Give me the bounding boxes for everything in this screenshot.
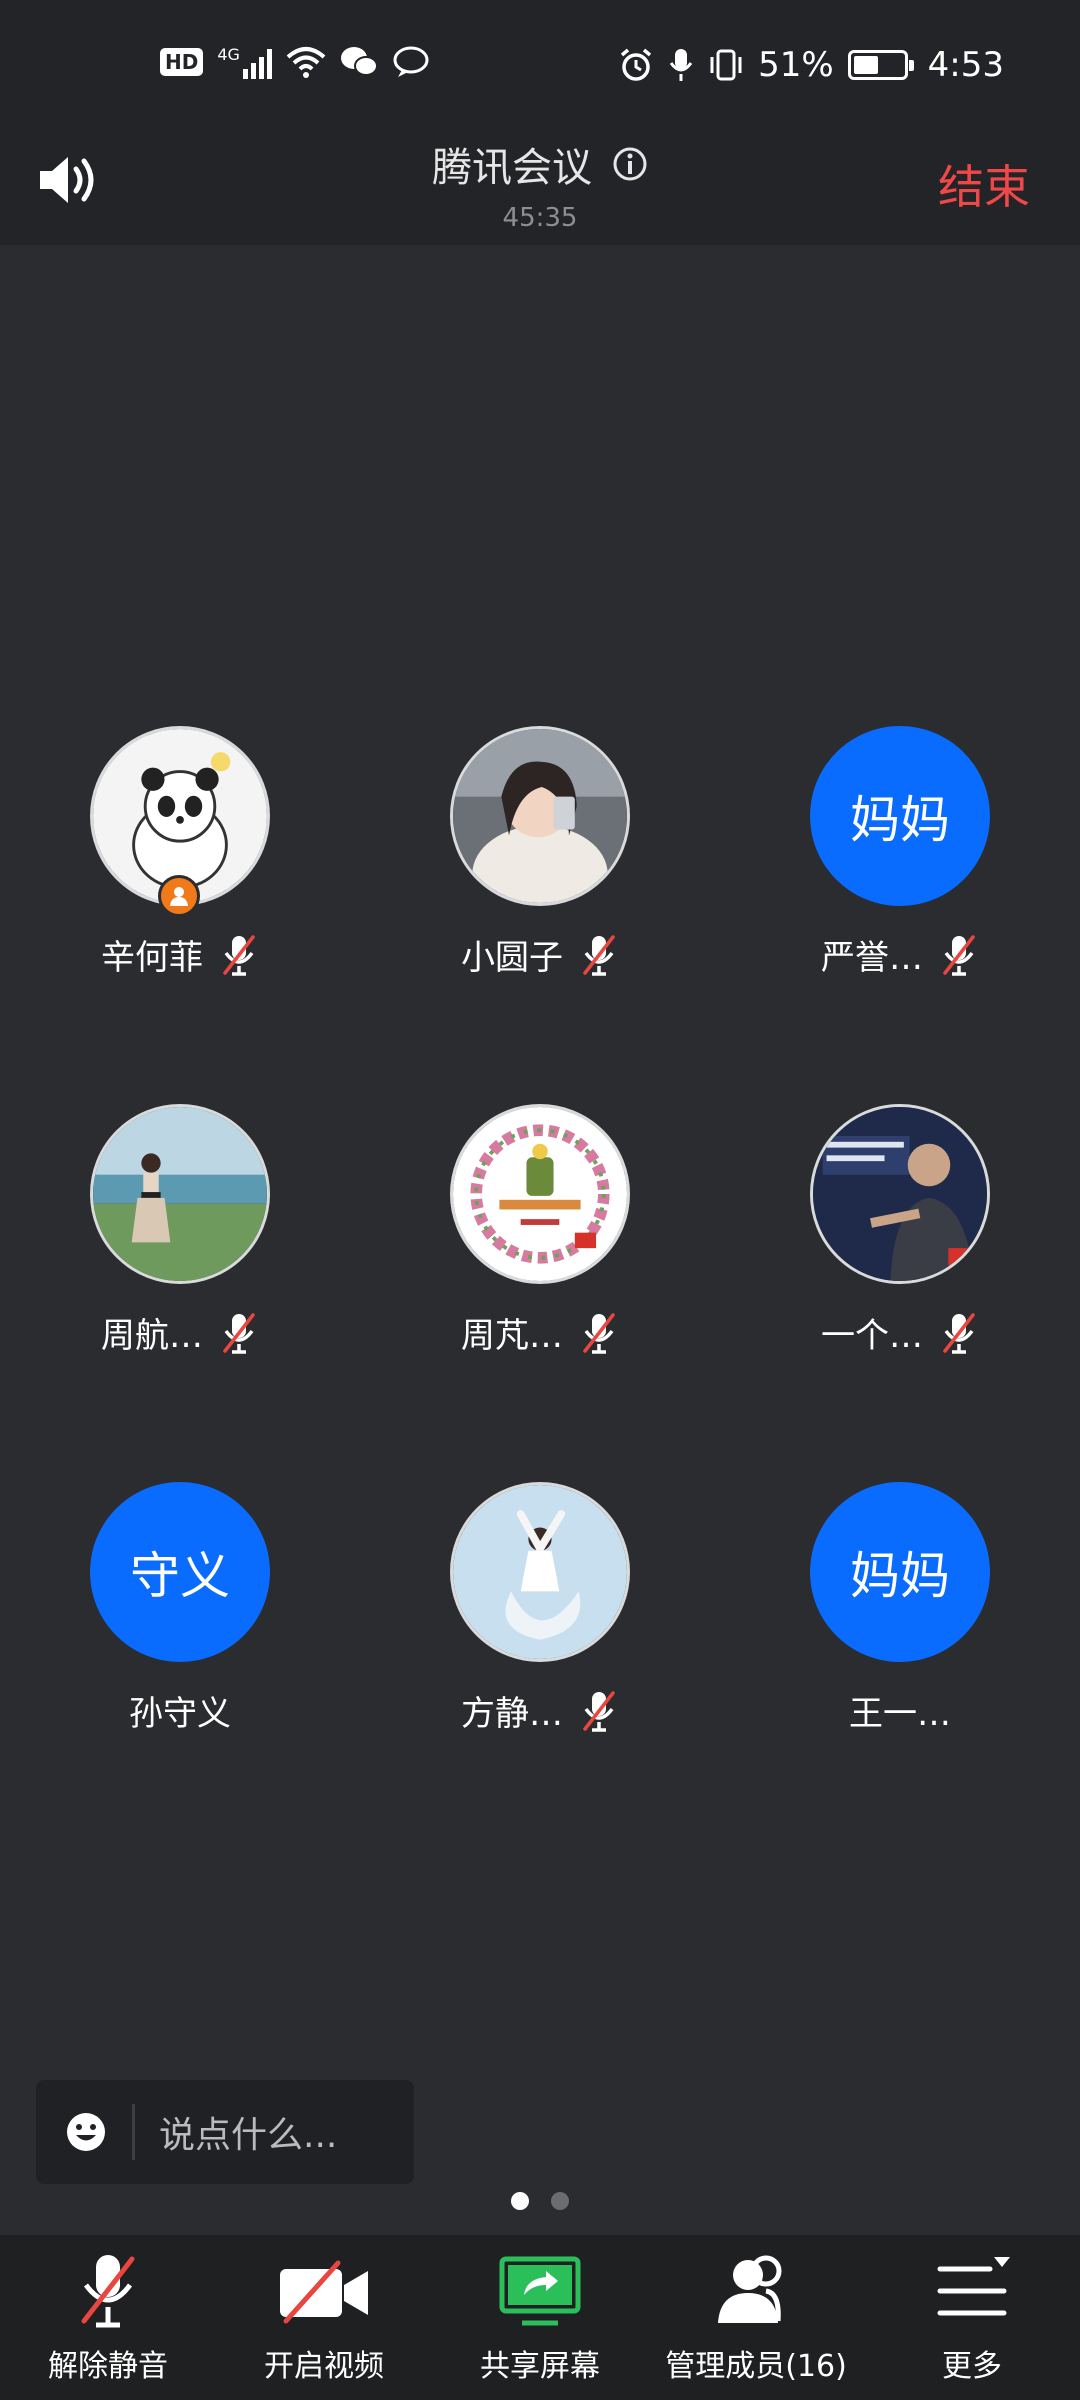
clock: 4:53 [927, 45, 1004, 85]
share-screen-icon [499, 2256, 581, 2326]
participant-name-row: 周航… [0, 1308, 360, 1357]
chat-divider [132, 2104, 135, 2160]
more-button[interactable]: 更多 [864, 2249, 1080, 2385]
share-screen-button[interactable]: 共享屏幕 [432, 2249, 648, 2385]
more-menu-icon [937, 2257, 1010, 2316]
meeting-header: 腾讯会议 45:35 结束 [0, 135, 1080, 245]
participant-name: 小圆子 [461, 938, 563, 978]
avatar-text: 妈妈 [850, 1547, 950, 1605]
avatar-text: 妈妈 [850, 791, 950, 849]
participant-tile[interactable]: 妈妈王一… [720, 1476, 1080, 1776]
participant-tile[interactable]: 守义 孙守义 [0, 1476, 360, 1776]
participant-name-row: 辛何菲 [0, 930, 360, 979]
participant-name-row: 孙守义 [0, 1686, 360, 1735]
meeting-title: 腾讯会议 [432, 145, 592, 191]
wechat-icon [340, 47, 378, 76]
battery-percent: 51% [758, 45, 834, 85]
participant-name: 王一… [849, 1694, 951, 1734]
mic-muted-icon [219, 1311, 259, 1355]
alarm-icon [620, 48, 652, 81]
manage-members-button[interactable]: 管理成员(16) [648, 2249, 864, 2385]
emoji-icon[interactable] [64, 2110, 108, 2154]
network-type-label: 4G [217, 45, 240, 64]
participant-name-row: 一个… [720, 1308, 1080, 1357]
hd-icon: HD [160, 48, 204, 76]
battery-icon [847, 50, 914, 80]
avatar-photo[interactable] [450, 726, 630, 906]
mic-off-icon [81, 2255, 135, 2328]
mic-icon [669, 49, 693, 81]
avatar-photo[interactable] [450, 1482, 630, 1662]
4g-signal-icon: 4G [217, 45, 272, 79]
members-icon [718, 2255, 782, 2323]
chat-placeholder[interactable]: 说点什么... [159, 2106, 337, 2158]
more-label: 更多 [942, 2349, 1002, 2384]
chat-bubble-icon [393, 46, 429, 77]
page-dot-1[interactable] [511, 2192, 529, 2210]
battery-level [853, 56, 878, 74]
vibrate-icon [710, 49, 742, 81]
participant-name: 周航… [101, 1316, 203, 1356]
info-icon[interactable] [612, 146, 648, 182]
avatar-initials[interactable]: 妈妈 [810, 726, 990, 906]
mic-muted-icon [219, 933, 259, 977]
meeting-timer: 45:35 [502, 203, 578, 233]
participant-name: 一个… [821, 1316, 923, 1356]
participant-tile[interactable]: 妈妈严誉… [720, 720, 1080, 1020]
meeting-title-row[interactable]: 腾讯会议 [432, 135, 648, 193]
participant-name: 孙守义 [129, 1694, 231, 1734]
end-meeting-button[interactable]: 结束 [938, 151, 1030, 217]
host-badge-icon [158, 875, 200, 917]
mic-muted-icon [939, 933, 979, 977]
title-block: 腾讯会议 45:35 [0, 135, 1080, 233]
mic-muted-icon [939, 1311, 979, 1355]
participant-name-row: 方静… [360, 1686, 720, 1735]
status-right: 51% 4:53 [618, 45, 1004, 85]
participant-tile[interactable]: 辛何菲 [0, 720, 360, 1020]
mic-muted-icon [579, 1689, 619, 1733]
participant-tile[interactable]: 小圆子 [360, 720, 720, 1020]
avatar-photo[interactable] [90, 1104, 270, 1284]
participant-name-row: 周芃… [360, 1308, 720, 1357]
start-video-label: 开启视频 [264, 2349, 384, 2384]
share-screen-label: 共享屏幕 [480, 2349, 600, 2384]
video-off-icon [280, 2260, 368, 2324]
participant-name-row: 严誉… [720, 930, 1080, 979]
wifi-icon [286, 47, 326, 78]
avatar-initials[interactable]: 守义 [90, 1482, 270, 1662]
mic-muted-icon [579, 1311, 619, 1355]
participant-name: 严誉… [821, 938, 923, 978]
participant-name-row: 小圆子 [360, 930, 720, 979]
manage-members-label: 管理成员(16) [665, 2349, 847, 2384]
meeting-screen: HD 4G 51% 4:53 腾讯会议 45:35 结束 辛何菲 小圆子 妈妈 … [0, 0, 1080, 2400]
mic-muted-icon [579, 933, 619, 977]
participant-tile[interactable]: 周航… [0, 1098, 360, 1398]
chat-input-bar[interactable]: 说点什么... [36, 2080, 414, 2184]
participant-name: 辛何菲 [101, 938, 203, 978]
participant-name: 周芃… [461, 1316, 563, 1356]
status-bar: HD 4G 51% 4:53 [0, 0, 1080, 135]
participant-name-row: 王一… [720, 1686, 1080, 1735]
page-dot-2[interactable] [551, 2192, 569, 2210]
participant-tile[interactable]: 一个… [720, 1098, 1080, 1398]
avatar-text: 守义 [130, 1547, 230, 1605]
start-video-button[interactable]: 开启视频 [216, 2249, 432, 2385]
avatar-photo[interactable] [810, 1104, 990, 1284]
unmute-label: 解除静音 [48, 2349, 168, 2384]
avatar-photo[interactable] [450, 1104, 630, 1284]
page-indicator [0, 2192, 1080, 2210]
participant-tile[interactable]: 方静… [360, 1476, 720, 1776]
bottom-toolbar: 解除静音 开启视频 共享屏幕 管理成员(16) 更多 [0, 2235, 1080, 2400]
status-left: HD 4G [160, 45, 430, 79]
participant-tile[interactable]: 周芃… [360, 1098, 720, 1398]
unmute-button[interactable]: 解除静音 [0, 2249, 216, 2385]
participant-name: 方静… [461, 1694, 563, 1734]
avatar-initials[interactable]: 妈妈 [810, 1482, 990, 1662]
